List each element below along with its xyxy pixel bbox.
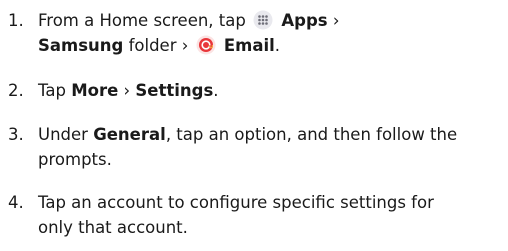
step-number: 3. [8,125,24,144]
apps-grid-icon [253,10,273,30]
separator-chevron: › [332,11,340,30]
settings-label: Settings [135,81,214,100]
email-app-icon [196,35,216,55]
more-label: More [71,81,119,100]
step-number: 1. [8,11,24,30]
separator-chevron: › [123,81,131,100]
email-label: Email [223,36,275,55]
step-text: Under General, tap an option, and then f… [38,125,458,169]
step-text: From a Home screen, tap Apps › Samsung f… [38,10,340,55]
step-text: Tap More › Settings. [38,81,219,100]
general-label: General [93,125,166,144]
step-text-part: folder [128,36,177,55]
step-text-part: From a Home screen, tap [38,11,246,30]
step-number: 4. [8,193,24,212]
step-text: Tap an account to configure specific set… [38,193,434,237]
separator-chevron: › [181,36,189,55]
samsung-label: Samsung [38,36,124,55]
step-number: 2. [8,81,24,100]
apps-label: Apps [281,11,328,30]
instruction-steps: 1. From a Home screen, tap Apps › Samsun… [0,0,508,251]
